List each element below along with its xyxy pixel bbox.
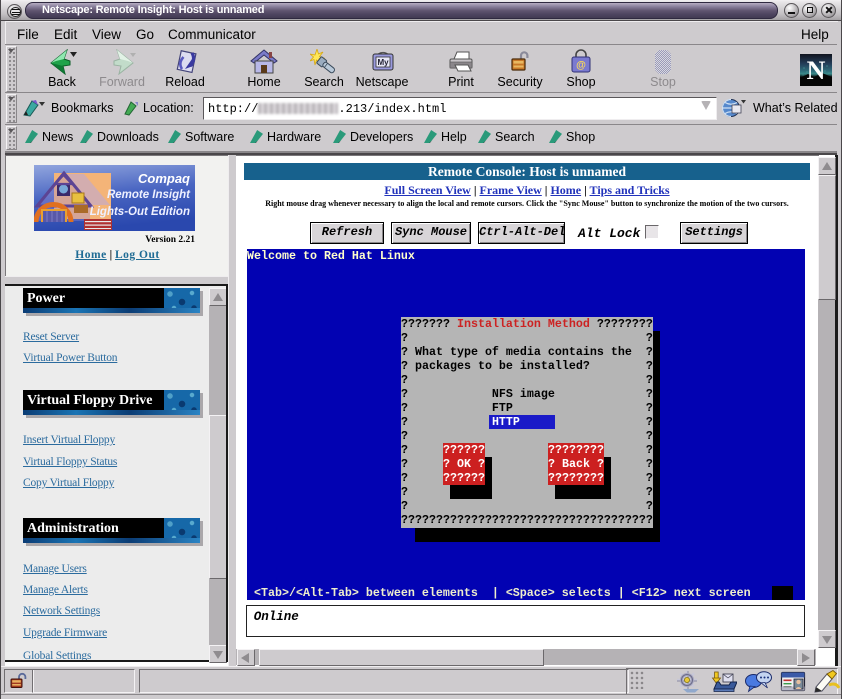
svg-text:My: My [377, 58, 389, 67]
svg-text:Lights-Out Edition: Lights-Out Edition [90, 206, 190, 218]
svg-text:N: N [807, 56, 826, 85]
svg-text:Remote Insight: Remote Insight [107, 189, 191, 201]
svg-text:Compaq: Compaq [138, 171, 190, 186]
svg-text:@: @ [576, 60, 586, 71]
